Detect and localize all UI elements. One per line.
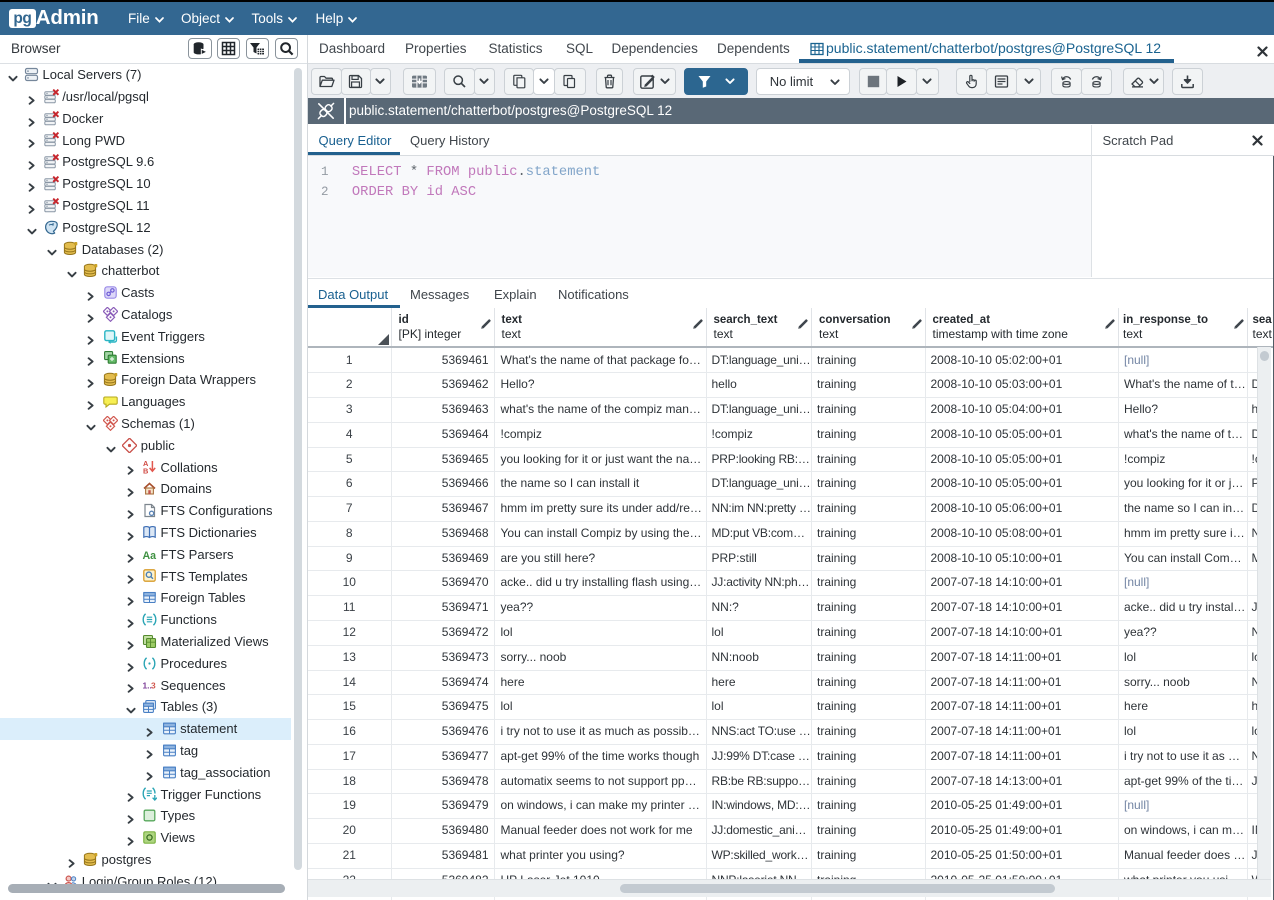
svg-text:B: B: [143, 467, 148, 475]
svg-text:3: 3: [151, 681, 156, 691]
svg-text:Aa: Aa: [143, 550, 157, 562]
